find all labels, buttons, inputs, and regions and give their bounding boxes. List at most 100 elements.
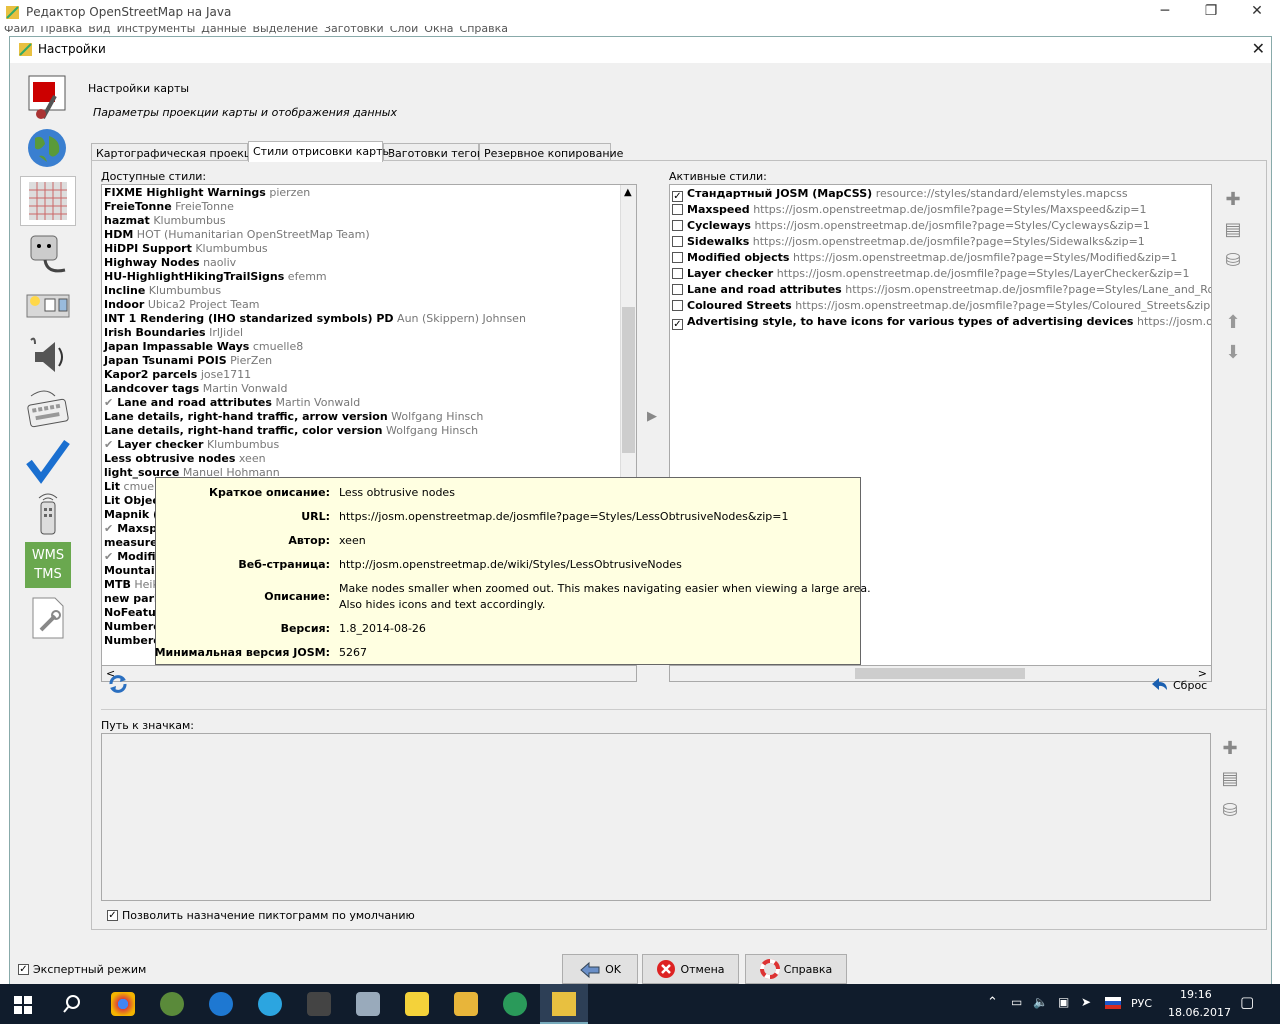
available-style-item[interactable]: ✔ Layer checker Klumbumbus <box>104 438 279 452</box>
telegram-icon[interactable] <box>258 992 282 1016</box>
menu-view[interactable]: Вид <box>88 26 110 35</box>
sidebar-display-settings[interactable] <box>20 72 76 122</box>
active-style-item[interactable]: Maxspeed https://josm.openstreetmap.de/j… <box>672 202 1147 218</box>
tray-chevron-icon[interactable]: ⌃ <box>987 995 998 1010</box>
checkbox-checked-icon[interactable]: ✓ <box>672 191 683 202</box>
menu-data[interactable]: Данные <box>201 26 246 35</box>
edit-path-icon[interactable]: ▤ <box>1219 767 1241 789</box>
dialog-close-button[interactable]: ✕ <box>1252 39 1265 58</box>
close-app-button[interactable]: ✕ <box>1234 0 1280 24</box>
ok-button[interactable]: OK <box>562 954 638 984</box>
cancel-button[interactable]: Отмена <box>642 954 739 984</box>
sidebar-audio[interactable] <box>20 332 76 382</box>
notifications-icon[interactable]: ▢ <box>1240 993 1254 1011</box>
menu-help[interactable]: Справка <box>460 26 508 35</box>
maximize-button[interactable]: ❐ <box>1188 0 1234 24</box>
move-down-icon[interactable]: ⬇ <box>1222 341 1244 363</box>
available-style-item[interactable]: Irish Boundaries IrlJidel <box>104 326 243 340</box>
sidebar-plugins[interactable] <box>20 228 76 278</box>
sidebar-shortcuts[interactable] <box>20 384 76 434</box>
available-hscrollbar[interactable]: < <box>101 666 637 682</box>
checkbox-unchecked-icon[interactable] <box>672 204 683 215</box>
tray-battery-icon[interactable]: ▭ <box>1011 995 1022 1009</box>
available-style-item[interactable]: HDM HOT (Humanitarian OpenStreetMap Team… <box>104 228 370 242</box>
sidebar-advanced[interactable] <box>20 592 76 642</box>
atom-icon[interactable] <box>503 992 527 1016</box>
chrome-icon[interactable] <box>111 992 135 1016</box>
allow-default-icons-checkbox[interactable]: ✓ Позволить назначение пиктограмм по умол… <box>107 909 415 922</box>
available-style-item[interactable]: HiDPI Support Klumbumbus <box>104 242 268 256</box>
menu-file[interactable]: Файл <box>4 26 34 35</box>
scroll-up-arrow-icon[interactable]: ▲ <box>624 187 632 198</box>
available-style-item[interactable]: Mountain <box>104 564 162 578</box>
sidebar-validator[interactable] <box>20 436 76 486</box>
menu-selection[interactable]: Выделение <box>252 26 318 35</box>
active-style-item[interactable]: Lane and road attributes https://josm.op… <box>672 282 1211 298</box>
menu-layers[interactable]: Слои <box>390 26 419 35</box>
checkbox-unchecked-icon[interactable] <box>672 236 683 247</box>
available-style-item[interactable]: ✔ Maxsp <box>104 522 157 536</box>
edge-icon[interactable] <box>209 992 233 1016</box>
available-style-item[interactable]: Indoor Ubica2 Project Team <box>104 298 259 312</box>
active-style-item[interactable]: Coloured Streets https://josm.openstreet… <box>672 298 1211 314</box>
add-style-arrow-icon[interactable]: ▶ <box>647 409 657 424</box>
active-style-item[interactable]: Modified objects https://josm.openstreet… <box>672 250 1177 266</box>
tray-telegram-icon[interactable]: ➤ <box>1081 995 1091 1009</box>
available-style-item[interactable]: HU-HighlightHikingTrailSigns efemm <box>104 270 327 284</box>
expert-mode-checkbox[interactable]: ✓ Экспертный режим <box>18 963 146 976</box>
checkbox-checked-icon[interactable]: ✓ <box>672 319 683 330</box>
checkbox-unchecked-icon[interactable] <box>672 300 683 311</box>
available-style-item[interactable]: hazmat Klumbumbus <box>104 214 226 228</box>
menu-tools[interactable]: Инструменты <box>117 26 196 35</box>
active-hscrollbar[interactable]: > <box>669 666 1212 682</box>
menu-windows[interactable]: Окна <box>424 26 453 35</box>
available-style-item[interactable]: Japan Impassable Ways cmuelle8 <box>104 340 303 354</box>
delete-path-icon[interactable]: ⛁ <box>1219 799 1241 821</box>
available-style-item[interactable]: ✔ Modifi <box>104 550 156 564</box>
available-style-item[interactable]: Incline Klumbumbus <box>104 284 221 298</box>
active-style-item[interactable]: Layer checker https://josm.openstreetmap… <box>672 266 1189 282</box>
paint-icon[interactable] <box>356 992 380 1016</box>
sidebar-connection[interactable] <box>20 124 76 174</box>
search-icon[interactable] <box>62 994 82 1017</box>
active-style-item[interactable]: ✓ Advertising style, to have icons for va… <box>672 314 1211 330</box>
available-style-item[interactable]: Japan Tsunami POIS PierZen <box>104 354 272 368</box>
scrollbar-thumb[interactable] <box>622 307 635 453</box>
josm-globe-taskbar-icon[interactable] <box>160 992 184 1016</box>
available-style-item[interactable]: Lane details, right-hand traffic, color … <box>104 424 478 438</box>
active-style-item[interactable]: Sidewalks https://josm.openstreetmap.de/… <box>672 234 1145 250</box>
move-up-icon[interactable]: ⬆ <box>1222 311 1244 333</box>
active-hscroll-thumb[interactable] <box>855 668 1025 679</box>
menu-edit[interactable]: Правка <box>40 26 82 35</box>
add-path-icon[interactable]: ✚ <box>1219 737 1241 759</box>
available-style-item[interactable]: Lane details, right-hand traffic, arrow … <box>104 410 483 424</box>
sidebar-map-settings[interactable] <box>20 176 76 226</box>
available-style-item[interactable]: Less obtrusive nodes xeen <box>104 452 266 466</box>
checkbox-unchecked-icon[interactable] <box>672 268 683 279</box>
menu-presets[interactable]: Заготовки <box>324 26 384 35</box>
minimize-button[interactable]: ─ <box>1142 0 1188 24</box>
tray-network-icon[interactable]: ▣ <box>1058 995 1069 1009</box>
add-icon[interactable]: ✚ <box>1222 188 1244 210</box>
reset-button[interactable]: Сброс <box>1149 676 1207 694</box>
active-style-item[interactable]: Cycleways https://josm.openstreetmap.de/… <box>672 218 1150 234</box>
help-button[interactable]: Справка <box>745 954 847 984</box>
edit-document-icon[interactable]: ▤ <box>1222 218 1244 240</box>
available-style-item[interactable]: ✔ Lane and road attributes Martin Vonwald <box>104 396 360 410</box>
sticky-notes-icon[interactable] <box>405 992 429 1016</box>
file-explorer-icon[interactable] <box>454 992 478 1016</box>
checkbox-unchecked-icon[interactable] <box>672 284 683 295</box>
video-editor-icon[interactable] <box>307 992 331 1016</box>
tray-date[interactable]: 18.06.2017 <box>1168 1006 1231 1019</box>
refresh-icon[interactable] <box>107 673 129 695</box>
available-style-item[interactable]: new park <box>104 592 161 606</box>
delete-icon[interactable]: ⛁ <box>1222 249 1244 271</box>
windows-start-icon[interactable] <box>14 996 32 1017</box>
sidebar-imagery[interactable]: WMS TMS <box>20 540 76 590</box>
available-style-item[interactable]: FreieTonne FreieTonne <box>104 200 234 214</box>
tray-language[interactable]: РУС <box>1131 997 1152 1010</box>
available-style-item[interactable]: NoFeatur <box>104 606 161 620</box>
sidebar-remote-control[interactable] <box>20 488 76 538</box>
josm-taskbar-button[interactable] <box>540 984 588 1024</box>
active-style-item[interactable]: ✓ Стандартный JOSM (MapCSS) resource://st… <box>672 186 1128 202</box>
